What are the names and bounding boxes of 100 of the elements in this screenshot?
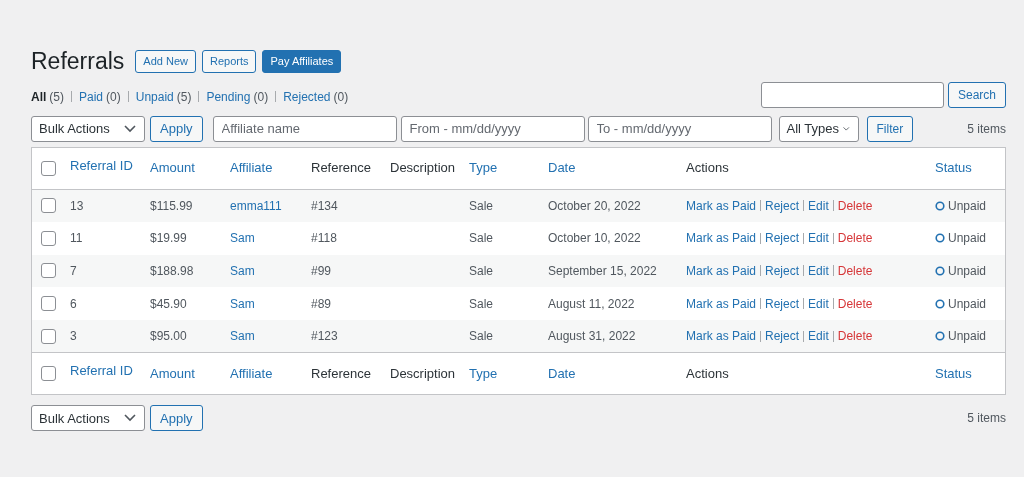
chevron-down-icon (124, 414, 136, 423)
column-header[interactable]: Referral ID (68, 155, 148, 175)
column-header[interactable]: Affiliate (228, 364, 309, 384)
column-header: Reference (310, 365, 372, 384)
affiliate-link[interactable]: Sam (228, 229, 257, 248)
affiliate-link[interactable]: Sam (228, 327, 257, 346)
header-button[interactable]: Pay Affiliates (262, 49, 342, 73)
column-header[interactable]: Affiliate (228, 158, 309, 178)
view-count: (5) (176, 88, 192, 106)
row-action-link[interactable]: Edit (808, 229, 829, 248)
checkbox[interactable] (41, 366, 56, 382)
view-filter-link[interactable]: Rejected (283, 87, 331, 106)
affiliate-link[interactable]: Sam (228, 262, 257, 280)
view-filter-link[interactable]: Pending (206, 87, 251, 106)
column-header[interactable]: Date (546, 364, 684, 384)
row-action-link[interactable]: Delete (837, 196, 873, 215)
row-action-link[interactable]: Mark as Paid (686, 294, 757, 313)
column-header[interactable]: Amount (148, 364, 228, 384)
row-action-link[interactable]: Edit (808, 262, 829, 280)
column-header[interactable]: Status (933, 364, 1005, 384)
row-action-link[interactable]: Mark as Paid (686, 327, 757, 346)
checkbox[interactable] (41, 296, 56, 312)
dropdown[interactable]: Bulk Actions (31, 405, 145, 432)
view-count: (5) (49, 88, 64, 106)
row-action-link[interactable]: Mark as Paid (686, 262, 757, 280)
checkbox[interactable] (41, 230, 56, 246)
row-action-link[interactable]: Reject (765, 196, 800, 215)
column-header[interactable]: Type (467, 364, 546, 384)
view-count: (0) (253, 88, 269, 106)
dropdown[interactable]: Bulk Actions (31, 115, 145, 142)
table-cell-text: October 20, 2022 (547, 197, 642, 215)
column-header[interactable]: Status (933, 158, 1005, 178)
column-header: Reference (310, 159, 372, 178)
column-header[interactable]: Date (546, 158, 684, 178)
table-cell-text: September 15, 2022 (547, 263, 658, 280)
view-filter-link[interactable]: Paid (79, 87, 104, 106)
table-cell-text: #99 (310, 263, 333, 280)
item-count: 5 items (967, 410, 1006, 428)
filter-button[interactable]: Filter (866, 115, 914, 142)
view-filter-link[interactable]: All (31, 87, 47, 106)
from-date-field[interactable]: From - mm/dd/yyyy (400, 115, 585, 142)
column-header[interactable]: Referral ID (68, 361, 148, 381)
column-header: Description (389, 159, 457, 178)
table-cell-text: $95.00 (149, 328, 188, 346)
search-button[interactable]: Search (947, 81, 1006, 108)
row-action-link[interactable]: Delete (837, 294, 873, 313)
status-circle-icon (935, 233, 945, 244)
status-label: Unpaid (948, 230, 987, 248)
row-action-link[interactable]: Reject (765, 327, 800, 346)
apply-button[interactable]: Apply (150, 405, 203, 432)
to-date-field[interactable]: To - mm/dd/yyyy (587, 115, 772, 142)
row-action-link[interactable]: Mark as Paid (686, 229, 757, 248)
column-header[interactable]: Type (467, 158, 546, 178)
table-cell-text: 6 (69, 295, 78, 313)
status-label: Unpaid (948, 295, 987, 313)
row-action-link[interactable]: Delete (837, 327, 873, 346)
chevron-down-icon (843, 124, 850, 133)
row-action-link[interactable]: Reject (765, 294, 800, 313)
table-cell-text: #123 (310, 328, 339, 346)
table-cell-text: Sale (468, 197, 495, 215)
affiliate-link[interactable]: Sam (228, 294, 257, 313)
header-button[interactable]: Reports (201, 49, 257, 73)
table-cell-text: 7 (69, 263, 78, 280)
column-header: Description (389, 365, 457, 384)
checkbox[interactable] (41, 263, 56, 279)
checkbox[interactable] (41, 198, 56, 214)
table-cell-text: Sale (468, 295, 495, 313)
checkbox[interactable] (41, 328, 56, 344)
table-cell-text: August 11, 2022 (547, 295, 636, 313)
row-action-link[interactable]: Mark as Paid (686, 196, 757, 215)
chevron-down-icon (124, 124, 136, 133)
row-action-link[interactable]: Edit (808, 294, 829, 313)
view-count: (0) (106, 88, 121, 106)
row-action-link[interactable]: Edit (808, 196, 829, 215)
table-cell-text: $188.98 (149, 263, 195, 280)
status-label: Unpaid (948, 328, 987, 346)
checkbox[interactable] (41, 160, 56, 176)
table-cell-text: $19.99 (149, 230, 188, 248)
column-header[interactable]: Amount (148, 158, 228, 178)
table-cell-text: #89 (310, 295, 333, 313)
row-action-link[interactable]: Delete (837, 262, 873, 280)
affiliate-link[interactable]: emma111 (228, 196, 284, 215)
status-circle-icon (935, 331, 945, 342)
column-header: Actions (685, 159, 730, 178)
row-action-link[interactable]: Edit (808, 327, 829, 346)
table-cell-text: Sale (468, 328, 495, 346)
affiliate-name-field[interactable]: Affiliate name (212, 115, 397, 142)
table-cell-text: $45.90 (149, 295, 188, 313)
apply-button[interactable]: Apply (150, 115, 203, 142)
search-field[interactable] (760, 81, 944, 108)
table-cell-text: October 10, 2022 (547, 230, 642, 248)
view-filter-link[interactable]: Unpaid (135, 87, 174, 106)
row-action-link[interactable]: Reject (765, 262, 800, 280)
header-button[interactable]: Add New (135, 49, 196, 73)
row-action-link[interactable]: Reject (765, 229, 800, 248)
status-circle-icon (935, 200, 945, 211)
row-action-link[interactable]: Delete (837, 229, 873, 248)
table-cell-text: Sale (468, 230, 495, 248)
dropdown[interactable]: All Types (778, 115, 859, 142)
table-cell-text: 13 (69, 197, 85, 215)
